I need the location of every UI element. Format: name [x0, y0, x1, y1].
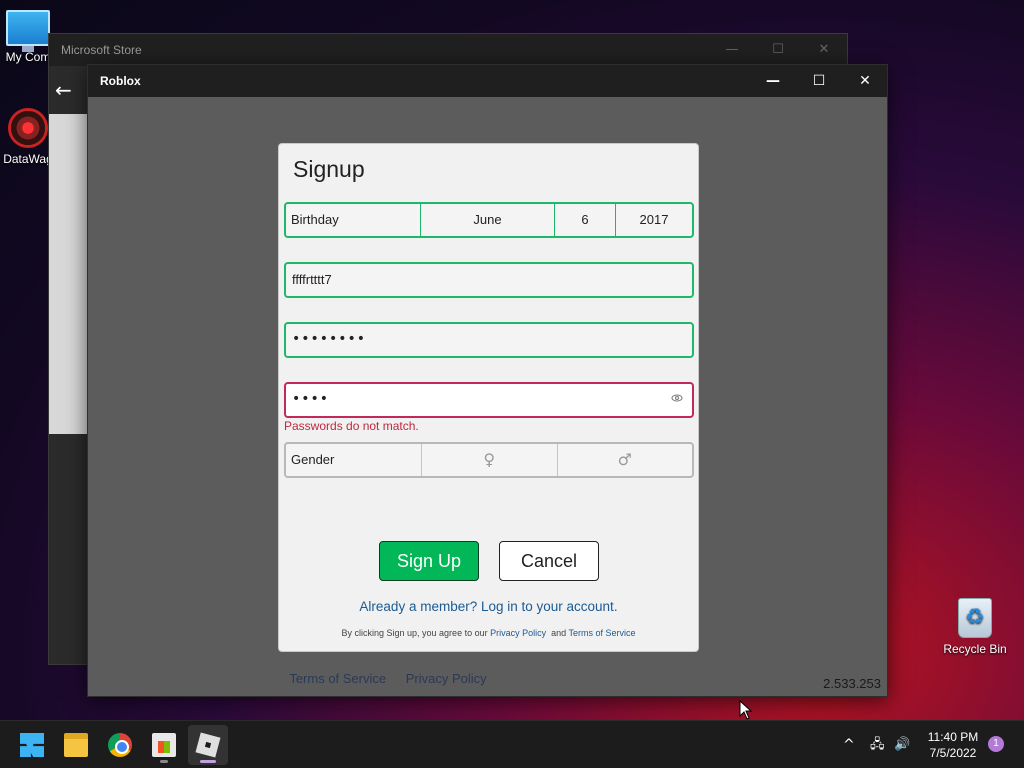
roblox-window-title: Roblox	[100, 74, 141, 88]
version-label: 2.533.253	[823, 676, 881, 691]
password-field[interactable]: ••••••••	[284, 322, 694, 358]
signup-title: Signup	[293, 156, 365, 182]
taskbar-roblox[interactable]	[188, 725, 228, 765]
cancel-button[interactable]: Cancel	[499, 541, 599, 581]
folder-icon	[64, 733, 88, 757]
running-indicator	[160, 760, 168, 763]
roblox-close-button[interactable]: ✕	[842, 65, 888, 97]
terms-of-service-link[interactable]: Terms of Service	[568, 628, 635, 638]
store-titlebar[interactable]: Microsoft Store — ☐ ✕	[49, 34, 847, 66]
desktop-icon-label: DataWag	[3, 152, 53, 166]
gender-label: Gender	[286, 444, 422, 476]
confirm-password-field[interactable]: ••••	[284, 382, 694, 418]
store-bag-icon	[152, 733, 176, 757]
roblox-minimize-button[interactable]: —	[750, 65, 796, 97]
windows-logo-icon	[20, 733, 44, 757]
roblox-footer-links: Terms of Service Privacy Policy	[88, 671, 688, 686]
footer-terms-link[interactable]: Terms of Service	[289, 671, 386, 686]
store-window-title: Microsoft Store	[61, 43, 142, 57]
taskbar: ^ 🖧 🔊 11:40 PM 7/5/2022 1	[0, 720, 1024, 768]
roblox-maximize-button[interactable]: ☐	[796, 65, 842, 97]
network-icon[interactable]: 🖧	[870, 721, 885, 768]
gender-selector: Gender ♀ ♂	[284, 442, 694, 478]
legal-and: and	[546, 628, 569, 638]
roblox-titlebar[interactable]: Roblox — ☐ ✕	[88, 65, 887, 97]
birthday-label: Birthday	[286, 204, 421, 236]
privacy-policy-link[interactable]: Privacy Policy	[490, 628, 546, 638]
signup-dialog: Signup Birthday June 6 2017 ffffrtttt7 •…	[278, 143, 699, 652]
datawag-icon	[8, 108, 48, 148]
recycle-bin-icon	[958, 598, 992, 638]
birthday-year-select[interactable]: 2017	[616, 204, 692, 236]
male-icon: ♂	[617, 450, 632, 469]
taskbar-chrome[interactable]	[100, 725, 140, 765]
show-hidden-icons-chevron[interactable]: ^	[843, 721, 855, 768]
store-maximize-button[interactable]: ☐	[755, 34, 801, 66]
active-indicator	[200, 760, 216, 763]
clock-time: 11:40 PM	[927, 730, 979, 744]
gender-female-button[interactable]: ♀	[422, 444, 558, 476]
birthday-selector: Birthday June 6 2017	[284, 202, 694, 238]
mouse-cursor	[739, 700, 753, 720]
monitor-icon	[6, 10, 50, 52]
desktop-icon-label: Recycle Bin	[943, 642, 1007, 656]
password-error-message: Passwords do not match.	[284, 419, 419, 433]
clock[interactable]: 11:40 PM 7/5/2022	[925, 729, 981, 761]
store-close-button[interactable]: ✕	[801, 34, 847, 66]
volume-icon[interactable]: 🔊	[894, 721, 910, 768]
confirm-password-value: ••••	[292, 391, 330, 407]
roblox-window[interactable]: Roblox — ☐ ✕ Signup Birthday June 6 2017…	[87, 64, 888, 697]
gender-male-button[interactable]: ♂	[558, 444, 693, 476]
desktop-icon-label: My Com	[5, 50, 51, 64]
legal-prefix: By clicking Sign up, you agree to our	[341, 628, 491, 638]
taskbar-file-explorer[interactable]	[56, 725, 96, 765]
birthday-month-select[interactable]: June	[421, 204, 555, 236]
birthday-day-select[interactable]: 6	[555, 204, 616, 236]
username-field[interactable]: ffffrtttt7	[284, 262, 694, 298]
start-button[interactable]	[12, 725, 52, 765]
legal-text: By clicking Sign up, you agree to our Pr…	[279, 628, 698, 638]
notification-badge[interactable]: 1	[988, 736, 1004, 752]
back-arrow-icon[interactable]: ←	[55, 78, 72, 102]
sign-up-button[interactable]: Sign Up	[379, 541, 479, 581]
store-minimize-button[interactable]: —	[709, 34, 755, 66]
desktop-icon-recycle-bin[interactable]: Recycle Bin	[935, 598, 1015, 656]
female-icon: ♀	[483, 450, 496, 469]
chrome-icon	[108, 733, 132, 757]
store-side-panel	[49, 114, 89, 434]
login-link[interactable]: Already a member? Log in to your account…	[279, 599, 698, 614]
clock-date: 7/5/2022	[929, 746, 977, 760]
footer-privacy-link[interactable]: Privacy Policy	[406, 671, 487, 686]
taskbar-microsoft-store[interactable]	[144, 725, 184, 765]
reveal-password-icon[interactable]	[670, 392, 684, 406]
roblox-icon	[195, 732, 221, 758]
